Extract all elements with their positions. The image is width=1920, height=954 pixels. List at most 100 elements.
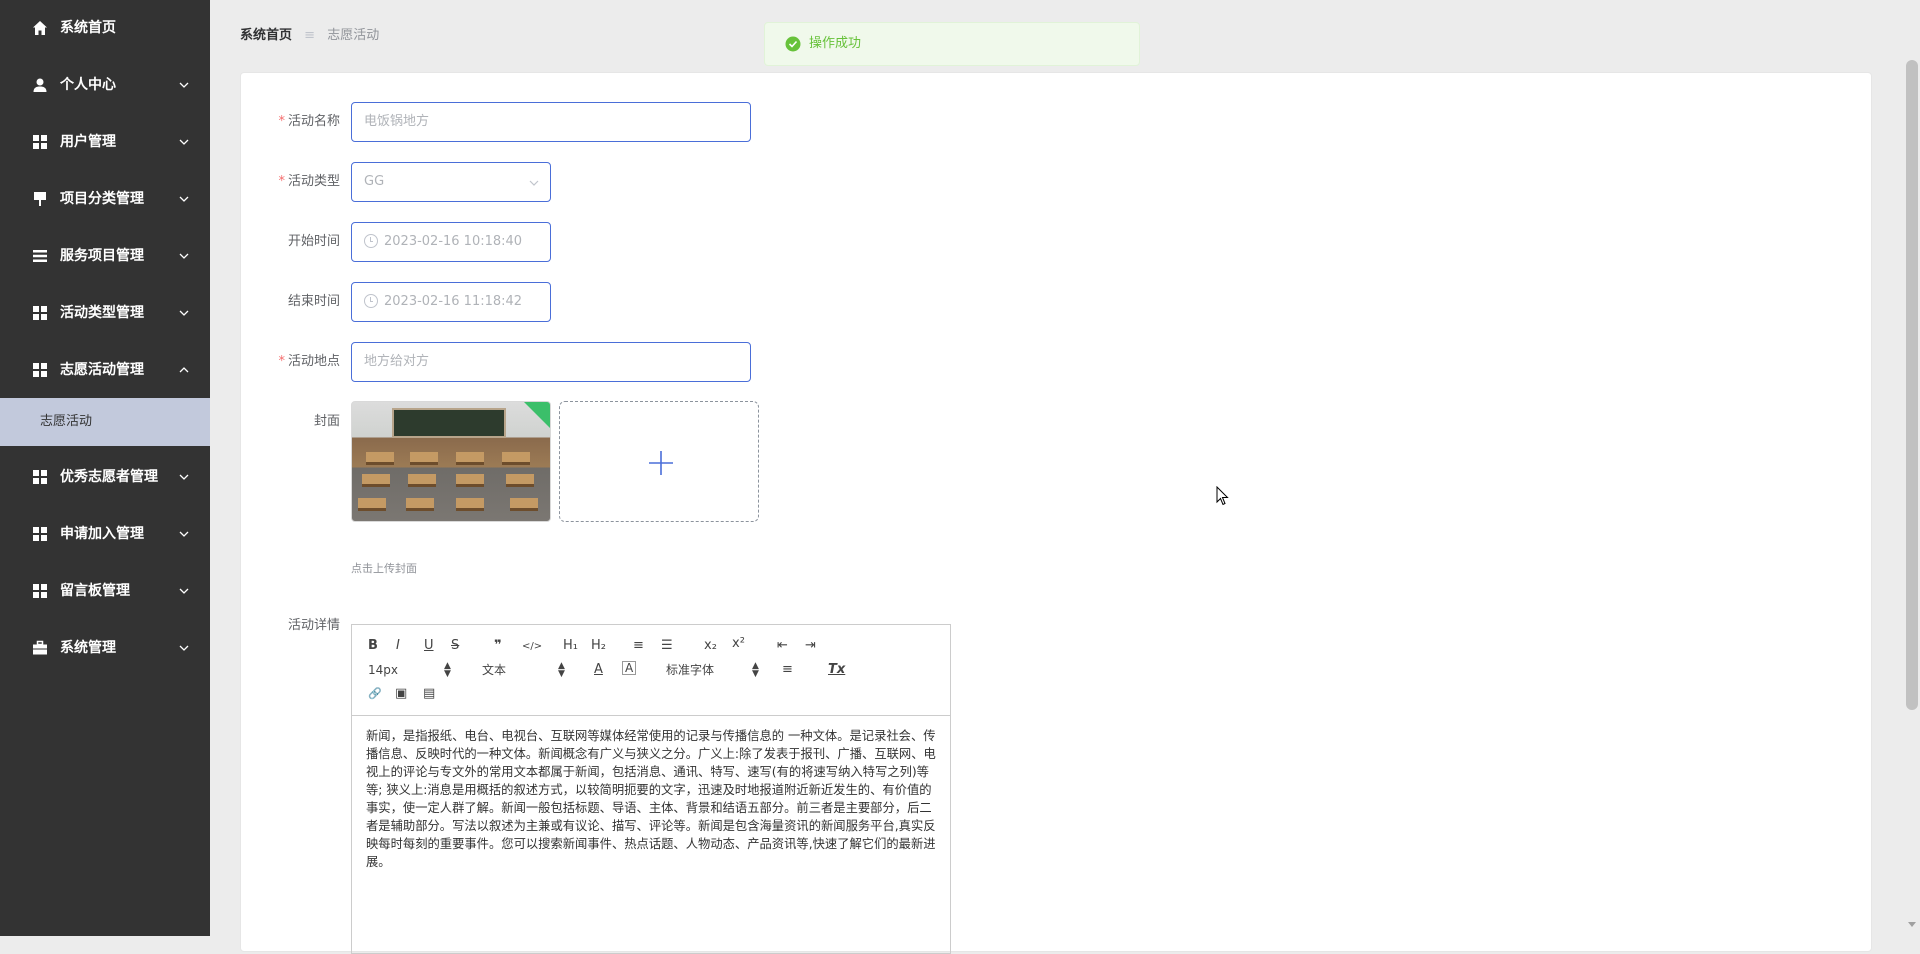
outdent-button[interactable]: ⇤ (777, 637, 788, 655)
font-family-select[interactable]: 标准字体 ▲ ▼ (666, 661, 760, 679)
end-time-picker[interactable]: 2023-02-16 11:18:42 (351, 282, 551, 322)
briefcase-icon (33, 640, 47, 655)
location-input[interactable]: 地方给对方 (351, 342, 751, 382)
user-icon (33, 78, 47, 92)
chevron-down-icon (529, 180, 539, 186)
chevron-down-icon (179, 588, 189, 594)
classroom-blackboard (392, 408, 506, 438)
sidebar-item-label: 申请加入管理 (60, 526, 144, 542)
activity-name-label: * 活动名称 (278, 114, 340, 129)
clock-icon (364, 233, 378, 248)
clock-icon (364, 293, 378, 308)
check-circle-icon (785, 36, 801, 52)
font-color-button[interactable]: A (594, 661, 603, 679)
sidebar-item-join-apply[interactable]: 申请加入管理 (0, 514, 210, 554)
list-icon (33, 250, 47, 262)
chevron-down-icon (179, 253, 189, 259)
plus-icon (649, 451, 673, 475)
scrollbar-thumb[interactable] (1906, 60, 1918, 710)
header-1-button[interactable]: H₁ (563, 637, 578, 655)
sidebar-item-message-board[interactable]: 留言板管理 (0, 571, 210, 611)
editor-toolbar: B I U S ❞ </> H₁ H₂ ≡ ☰ x₂ x² ⇤ ⇥ 14px ▲… (352, 625, 950, 716)
toast-message: 操作成功 (809, 36, 862, 51)
strike-button[interactable]: S (451, 637, 459, 655)
end-time-label: 结束时间 (287, 294, 340, 309)
sidebar-item-project-category[interactable]: 项目分类管理 (0, 179, 210, 219)
rich-text-editor: B I U S ❞ </> H₁ H₂ ≡ ☰ x₂ x² ⇤ ⇥ 14px ▲… (351, 624, 951, 954)
start-time-label: 开始时间 (287, 234, 340, 249)
chevron-up-icon (179, 367, 189, 373)
superscript-button[interactable]: x² (732, 635, 745, 653)
code-block-button[interactable]: </> (522, 638, 542, 656)
breadcrumb: 系统首页 ≡ 志愿活动 (240, 24, 379, 43)
upload-success-badge (524, 402, 550, 428)
detail-label: 活动详情 (287, 618, 340, 633)
editor-content[interactable]: 新闻，是指报纸、电台、电视台、互联网等媒体经常使用的记录与传播信息的 一种文体。… (366, 727, 938, 871)
grid-icon (33, 470, 47, 484)
grid-icon (33, 306, 47, 320)
success-toast: 操作成功 (764, 22, 1140, 66)
sidebar-item-label: 项目分类管理 (60, 191, 144, 207)
bold-button[interactable]: B (368, 637, 378, 655)
cover-image-thumbnail[interactable] (351, 401, 551, 522)
home-icon (33, 21, 47, 35)
chevron-down-icon (179, 196, 189, 202)
sidebar-item-system[interactable]: 系统管理 (0, 628, 210, 668)
scroll-down-icon[interactable] (1908, 922, 1916, 927)
sidebar: 系统首页 个人中心 用户管理 项目分类管理 服务项目管理 活动类型管理 志愿活动… (0, 0, 210, 936)
sidebar-item-label: 系统管理 (60, 640, 116, 656)
sidebar-item-volunteer-activity[interactable]: 志愿活动管理 (0, 350, 210, 390)
sidebar-item-home[interactable]: 系统首页 (0, 8, 210, 48)
sidebar-item-activity-type[interactable]: 活动类型管理 (0, 293, 210, 333)
chevron-down-icon (179, 82, 189, 88)
breadcrumb-current: 志愿活动 (327, 28, 380, 43)
chevron-down-icon (179, 531, 189, 537)
breadcrumb-home[interactable]: 系统首页 (240, 28, 292, 43)
sidebar-item-label: 系统首页 (60, 20, 116, 36)
sidebar-subitem-volunteer-activity[interactable]: 志愿活动 (0, 398, 210, 446)
grid-icon (33, 584, 47, 598)
indent-button[interactable]: ⇥ (805, 637, 816, 655)
chevron-down-icon (179, 645, 189, 651)
start-time-picker[interactable]: 2023-02-16 10:18:40 (351, 222, 551, 262)
subscript-button[interactable]: x₂ (704, 637, 717, 655)
sidebar-item-label: 志愿活动管理 (60, 362, 144, 378)
sidebar-item-profile[interactable]: 个人中心 (0, 65, 210, 105)
grid-icon (33, 363, 47, 377)
breadcrumb-separator: ≡ (304, 28, 316, 43)
cover-upload-button[interactable] (559, 401, 759, 522)
activity-name-input[interactable]: 电饭锅地方 (351, 102, 751, 142)
sidebar-subitem-label: 志愿活动 (40, 414, 93, 429)
underline-button[interactable]: U (424, 637, 434, 655)
header-select[interactable]: 文本 ▲ ▼ (482, 661, 566, 679)
grid-icon (33, 527, 47, 541)
chevron-down-icon (179, 139, 189, 145)
sidebar-item-users[interactable]: 用户管理 (0, 122, 210, 162)
sidebar-item-service[interactable]: 服务项目管理 (0, 236, 210, 276)
mouse-cursor-icon (1216, 486, 1229, 506)
sidebar-item-label: 活动类型管理 (60, 305, 144, 321)
activity-type-select[interactable]: GG (351, 162, 551, 202)
italic-button[interactable]: I (396, 637, 400, 655)
cover-upload-tip: 点击上传封面 (351, 562, 417, 575)
bullet-list-button[interactable]: ☰ (661, 637, 673, 655)
sidebar-item-label: 个人中心 (60, 77, 116, 93)
blockquote-button[interactable]: ❞ (494, 637, 502, 655)
header-2-button[interactable]: H₂ (591, 637, 606, 655)
chevron-down-icon (179, 474, 189, 480)
sidebar-item-label: 优秀志愿者管理 (60, 469, 158, 485)
sign-icon (34, 192, 46, 206)
clear-format-button[interactable]: Tx (828, 661, 845, 679)
video-button[interactable]: ▤ (423, 685, 435, 703)
ordered-list-button[interactable]: ≡ (633, 637, 644, 655)
background-color-button[interactable]: A (622, 661, 637, 675)
sidebar-item-excellent-volunteer[interactable]: 优秀志愿者管理 (0, 457, 210, 497)
page-scrollbar[interactable] (1904, 0, 1920, 936)
image-button[interactable]: ▣ (395, 685, 407, 703)
font-size-select[interactable]: 14px ▲ ▼ (368, 661, 452, 679)
cover-label: 封面 (313, 414, 340, 429)
link-button[interactable]: 🔗 (368, 685, 382, 703)
location-label: * 活动地点 (278, 354, 340, 369)
align-button[interactable]: ≡ (782, 661, 793, 679)
sidebar-item-label: 服务项目管理 (60, 248, 144, 264)
